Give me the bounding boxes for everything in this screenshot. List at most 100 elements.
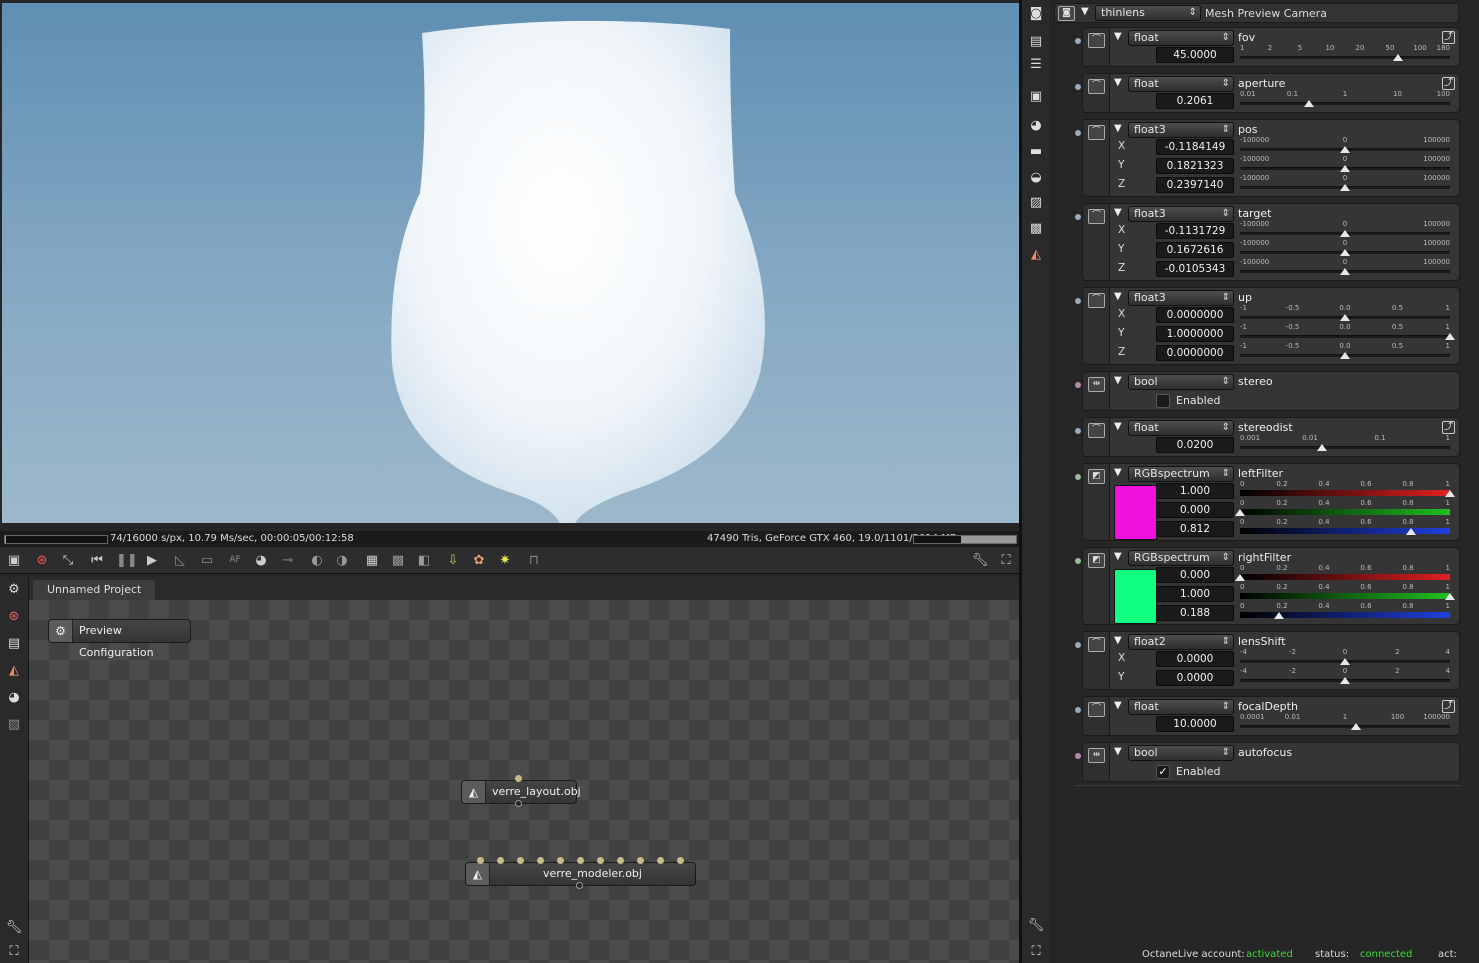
monitor-icon[interactable]: ▭ [198,552,216,569]
play-icon[interactable]: ▶ [143,552,161,569]
node-input-port[interactable] [597,857,604,864]
target-slider[interactable]: -100000 0 100000 [1240,220,1450,238]
sphere2-icon[interactable]: ◑ [333,552,351,569]
camera-settings-icon[interactable]: ◙ [1027,5,1045,23]
light-icon[interactable]: ✷ [496,552,514,569]
camera-type-dropdown[interactable]: thinlens [1095,5,1201,21]
leftFilter-value-field[interactable]: 1.000 [1156,483,1234,499]
aperture-pin-dot[interactable] [1075,84,1081,90]
focalDepth-type-dropdown[interactable]: float [1128,699,1234,715]
leftFilter-slider[interactable]: 0 0.2 0.4 0.6 0.8 1 [1240,480,1455,498]
fov-value-field[interactable]: 45.0000 [1156,47,1234,63]
up-slider[interactable]: -1 -0.5 0.0 0.5 1 [1240,304,1450,322]
animate-icon[interactable]: ⤴ [1442,700,1455,713]
camera-icon[interactable]: ◕ [252,552,270,569]
collapse-triangle-icon[interactable]: ▼ [1114,375,1122,386]
collapse-triangle-icon[interactable]: ▼ [1114,700,1122,711]
up-value-field[interactable]: 1.0000000 [1156,326,1234,342]
stereodist-value-field[interactable]: 0.0200 [1156,437,1234,453]
rightFilter-slider[interactable]: 0 0.2 0.4 0.6 0.8 1 [1235,564,1450,582]
autofocus-checkbox[interactable]: ✓ [1156,765,1170,779]
slider-thumb[interactable] [1445,490,1455,497]
stereodist-pin-dot[interactable] [1075,428,1081,434]
texture-icon[interactable]: ▨ [1027,194,1045,212]
target-slider[interactable]: -100000 0 100000 [1240,258,1450,276]
pos-value-field[interactable]: -0.1184149 [1156,139,1234,155]
curve-icon[interactable]: ⌒ [1088,125,1105,140]
leftFilter-pin-dot[interactable] [1075,474,1081,480]
pos-slider[interactable]: -100000 0 100000 [1240,174,1450,192]
node-input-port[interactable] [637,857,644,864]
lensShift-pin-dot[interactable] [1075,642,1081,648]
target-slider[interactable]: -100000 0 100000 [1240,239,1450,257]
pos-slider[interactable]: -100000 0 100000 [1240,136,1450,154]
aperture-slider[interactable]: 0.01 0.1 1 10 100 [1240,90,1450,108]
collapse-triangle-icon[interactable]: ▼ [1114,291,1122,302]
fov-type-dropdown[interactable]: float [1128,30,1234,46]
material-icon[interactable]: ✿ [470,552,488,569]
aperture-value-field[interactable]: 0.2061 [1156,93,1234,109]
node-input-port[interactable] [617,857,624,864]
stereo-type-dropdown[interactable]: bool [1128,374,1234,390]
collapse-triangle-icon[interactable]: ▼ [1114,77,1122,88]
rgb-icon[interactable]: ◩ [1088,553,1105,568]
rightFilter-slider[interactable]: 0 0.2 0.4 0.6 0.8 1 [1240,602,1450,620]
up-slider[interactable]: -1 -0.5 0.0 0.5 1 [1240,342,1450,360]
slider-thumb[interactable] [1405,528,1416,535]
collapse-triangle-icon[interactable]: ▼ [1114,746,1122,757]
panel-icon[interactable]: ▬ [1027,143,1045,161]
slider-thumb[interactable] [1340,165,1350,172]
collapse-triangle-icon[interactable]: ▼ [1114,467,1122,478]
curve-icon[interactable]: ⌒ [1088,423,1105,438]
up-value-field[interactable]: 0.0000000 [1156,307,1234,323]
animate-icon[interactable]: ⤴ [1442,31,1455,44]
preview-configuration-node[interactable]: ⚙ Preview Configuration [48,619,191,659]
animate-icon[interactable]: ⤴ [1442,77,1455,90]
checker-icon[interactable]: ▩ [389,552,407,569]
node-input-port[interactable] [657,857,664,864]
rightFilter-value-field[interactable]: 0.000 [1156,567,1234,583]
target-value-field[interactable]: 0.1672616 [1156,242,1234,258]
up-slider[interactable]: -1 -0.5 0.0 0.5 1 [1240,323,1455,341]
wrench-icon[interactable]: 🔧︎ [971,552,989,569]
mesh-icon[interactable]: ◭ [5,662,23,680]
curve-icon[interactable]: ⌒ [1088,209,1105,224]
node-input-port[interactable] [497,857,504,864]
slider-thumb[interactable] [1340,249,1350,256]
collapse-triangle-icon[interactable]: ▼ [1114,207,1122,218]
layers-icon[interactable]: ▤ [1027,33,1045,51]
pos-value-field[interactable]: 0.1821323 [1156,158,1234,174]
graph-settings-icon[interactable]: ⚙ [5,581,23,599]
render-stop-icon[interactable]: ⊛ [33,552,51,569]
tab-unnamed-project[interactable]: Unnamed Project [33,580,156,600]
stereodist-slider[interactable]: 0.001 0.01 0.1 1 [1240,434,1450,452]
region-icon[interactable]: ◧ [415,552,433,569]
collapse-triangle-icon[interactable]: ▼ [1114,123,1122,134]
slider-thumb[interactable] [1392,54,1403,61]
pos-pin-dot[interactable] [1075,130,1081,136]
camera-node-icon[interactable]: ◕ [1027,117,1045,135]
rightFilter-color-swatch[interactable] [1114,569,1157,624]
curve-icon[interactable]: ⌒ [1088,79,1105,94]
slider-thumb[interactable] [1340,268,1350,275]
focalDepth-pin-dot[interactable] [1075,707,1081,713]
af-icon[interactable]: AF [226,552,244,569]
camera-node-icon[interactable]: ◕ [5,689,23,707]
rightFilter-type-dropdown[interactable]: RGBspectrum [1128,550,1234,566]
animate-icon[interactable]: ⤴ [1442,421,1455,434]
mesh-icon[interactable]: ◭ [1027,246,1045,264]
slider-thumb[interactable] [1340,352,1350,359]
node-output-port[interactable] [515,800,522,807]
node-input-port[interactable] [557,857,564,864]
fullscreen-icon[interactable]: ⛶ [997,552,1015,569]
lock-icon[interactable]: ⊓ [525,552,543,569]
pause-icon[interactable]: ❚❚ [116,552,138,569]
slider-thumb[interactable] [1340,184,1350,191]
slider-thumb[interactable] [1445,593,1455,600]
image-icon[interactable]: ▣ [1027,88,1045,106]
picker-icon[interactable]: ⊸ [279,552,297,569]
collapse-triangle-icon[interactable]: ▼ [1114,635,1122,646]
curve-icon[interactable]: ⌒ [1088,702,1105,717]
rightFilter-value-field[interactable]: 0.188 [1156,605,1234,621]
graph-wrench-icon[interactable]: 🔧︎ [5,919,23,937]
